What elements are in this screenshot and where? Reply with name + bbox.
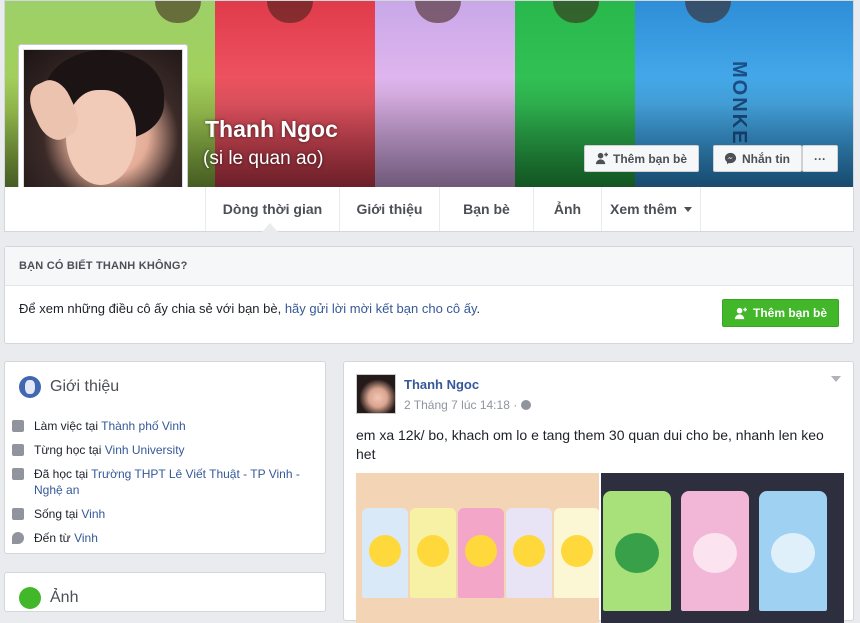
know-her-box: BẠN CÓ BIẾT THANH KHÔNG? Để xem những đi…	[4, 246, 854, 344]
photos-title-label: Ảnh	[50, 589, 79, 606]
tab-more[interactable]: Xem thêm	[601, 187, 701, 231]
profile-alternate-name: (si le quan ao)	[203, 148, 324, 169]
photos-card: Ảnh	[4, 572, 326, 612]
bunny-print	[693, 533, 737, 573]
send-request-link[interactable]: hãy gửi lời mời kết bạn cho cô ấy	[285, 301, 477, 316]
tab-friends[interactable]: Bạn bè	[439, 187, 533, 231]
emoji-print	[369, 535, 401, 567]
profile-name[interactable]: Thanh Ngoc	[205, 116, 338, 143]
intro-studied-prefix: Từng học tại	[34, 443, 105, 457]
intro-from-link[interactable]: Vinh	[74, 531, 98, 545]
intro-highschool: Đã học tại Trường THPT Lê Viết Thuật - T…	[12, 466, 302, 498]
post-author-avatar[interactable]	[356, 374, 396, 414]
message-button[interactable]: Nhắn tin	[713, 145, 802, 172]
tab-about[interactable]: Giới thiệu	[339, 187, 439, 231]
public-globe-icon	[521, 400, 532, 410]
chevron-down-icon	[683, 206, 692, 212]
intro-highschool-text: Đã học tại Trường THPT Lê Viết Thuật - T…	[34, 466, 302, 498]
graduation-cap-icon	[12, 444, 24, 456]
emoji-print	[465, 535, 497, 567]
globe-icon	[19, 376, 41, 398]
intro-studied-text: Từng học tại Vinh University	[34, 442, 185, 458]
tab-photos[interactable]: Ảnh	[533, 187, 601, 231]
know-her-text-prefix: Để xem những điều cô ấy chia sẻ với bạn …	[19, 301, 285, 316]
know-her-header: BẠN CÓ BIẾT THANH KHÔNG?	[5, 247, 853, 286]
intro-work-text: Làm việc tại Thành phố Vinh	[34, 418, 186, 434]
add-friend-green-label: Thêm bạn bè	[752, 306, 827, 320]
intro-lives-text: Sống tại Vinh	[34, 506, 105, 522]
intro-from: Đến từ Vinh	[12, 530, 98, 546]
add-friend-label: Thêm bạn bè	[613, 151, 688, 166]
intro-lives-link[interactable]: Vinh	[81, 507, 105, 521]
active-tab-indicator	[262, 223, 278, 232]
message-label: Nhắn tin	[742, 151, 790, 166]
intro-work: Làm việc tại Thành phố Vinh	[12, 418, 186, 434]
post-timestamp[interactable]: 2 Tháng 7 lúc 14:18 ·	[404, 398, 532, 412]
intro-title-label: Giới thiệu	[50, 378, 120, 395]
add-friend-icon	[595, 152, 608, 165]
add-friend-icon	[734, 307, 747, 319]
intro-studied: Từng học tại Vinh University	[12, 442, 185, 458]
profile-picture	[23, 49, 183, 209]
post-time-text: 2 Tháng 7 lúc 14:18 ·	[404, 398, 518, 412]
frog-print	[615, 533, 659, 573]
home-icon	[12, 508, 24, 520]
intro-work-prefix: Làm việc tại	[34, 419, 102, 433]
more-options-icon: ···	[814, 151, 826, 166]
add-friend-button[interactable]: Thêm bạn bè	[584, 145, 699, 172]
add-friend-green-button[interactable]: Thêm bạn bè	[722, 299, 839, 327]
know-her-text-suffix: .	[476, 301, 481, 316]
intro-from-prefix: Đến từ	[34, 531, 75, 545]
tab-more-label: Xem thêm	[610, 201, 677, 217]
know-her-text: Để xem những điều cô ấy chia sẻ với bạn …	[19, 301, 480, 316]
post-author-name[interactable]: Thanh Ngoc	[404, 377, 479, 392]
emoji-print	[513, 535, 545, 567]
face-print	[771, 533, 815, 573]
intro-title: Giới thiệu	[19, 376, 119, 398]
intro-from-text: Đến từ Vinh	[34, 530, 98, 546]
profile-tab-bar: Dòng thời gian Giới thiệu Bạn bè Ảnh Xem…	[4, 187, 854, 232]
intro-studied-link[interactable]: Vinh University	[105, 443, 185, 457]
intro-highschool-prefix: Đã học tại	[34, 467, 92, 481]
emoji-print	[561, 535, 593, 567]
messenger-icon	[724, 152, 737, 165]
location-pin-icon	[12, 532, 24, 544]
post-photo-1[interactable]	[356, 473, 599, 623]
graduation-cap-icon	[12, 468, 24, 480]
intro-lives: Sống tại Vinh	[12, 506, 105, 522]
more-options-button[interactable]: ···	[802, 145, 838, 172]
avatar-face	[66, 90, 136, 185]
timeline-post: Thanh Ngoc 2 Tháng 7 lúc 14:18 · em xa 1…	[343, 361, 854, 623]
intro-work-link[interactable]: Thành phố Vinh	[101, 419, 186, 433]
briefcase-icon	[12, 420, 24, 432]
post-text: em xa 12k/ bo, khach om lo e tang them 3…	[356, 427, 824, 462]
post-options-chevron-icon[interactable]	[831, 376, 841, 382]
post-photo-2[interactable]	[601, 473, 844, 623]
intro-lives-prefix: Sống tại	[34, 507, 82, 521]
emoji-print	[417, 535, 449, 567]
